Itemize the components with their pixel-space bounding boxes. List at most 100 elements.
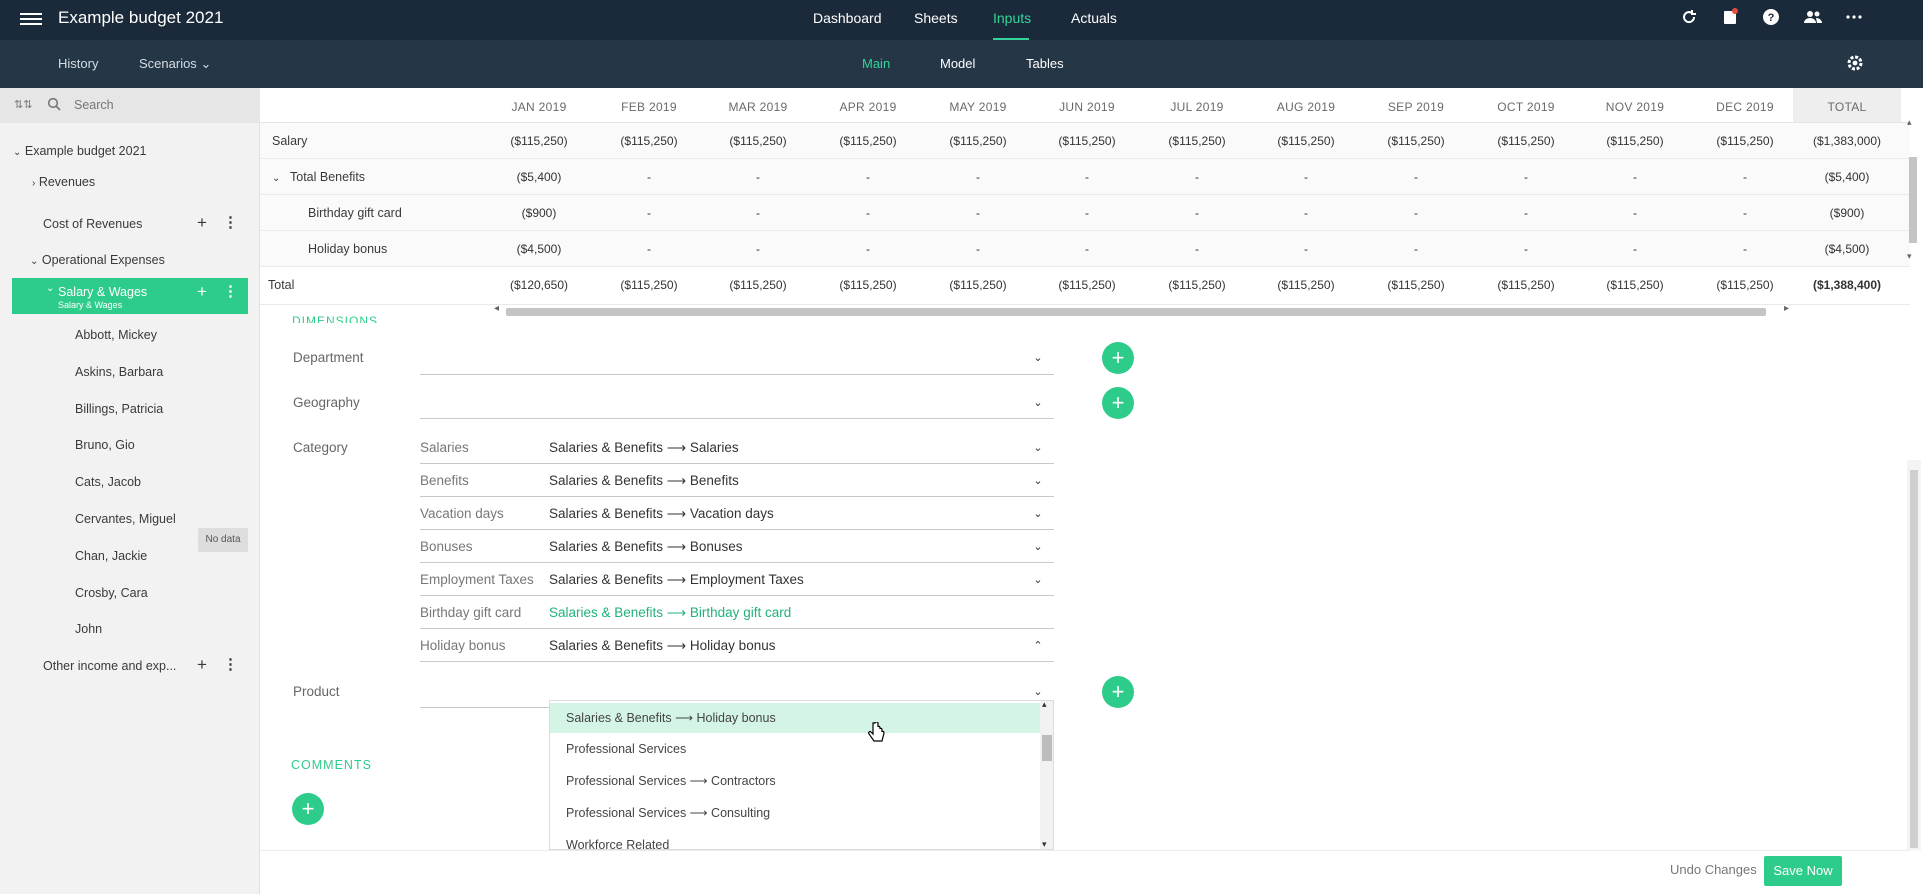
grid-cell[interactable]: ($115,250) (1476, 278, 1576, 292)
grid-cell[interactable]: - (1147, 242, 1247, 256)
grid-cell[interactable]: - (1147, 170, 1247, 184)
grid-cell[interactable]: ($115,250) (599, 134, 699, 148)
grid-cell[interactable]: - (1037, 206, 1137, 220)
grid-cell[interactable]: - (1695, 170, 1795, 184)
department-select[interactable] (420, 374, 1054, 375)
grid-cell[interactable]: ($120,650) (489, 278, 589, 292)
grid-cell[interactable]: ($115,250) (818, 278, 918, 292)
add-icon[interactable]: + (197, 655, 207, 675)
grid-cell[interactable]: - (818, 242, 918, 256)
chevron-up-icon[interactable]: ⌃ (1031, 639, 1045, 653)
dropdown-scrollbar[interactable]: ▴ ▾ (1040, 701, 1053, 849)
grid-cell[interactable]: ($115,250) (1476, 134, 1576, 148)
grid-cell[interactable]: ($115,250) (1366, 134, 1466, 148)
add-icon[interactable]: + (197, 213, 207, 233)
tab-sheets[interactable]: Sheets (914, 10, 958, 26)
grid-cell[interactable]: - (1585, 170, 1685, 184)
grid-cell[interactable]: - (928, 242, 1028, 256)
grid-cell[interactable]: - (1476, 206, 1576, 220)
tree-item-employee[interactable]: Chan, Jackie (75, 549, 147, 563)
dropdown-option[interactable]: Professional Services ⟶ Consulting (550, 798, 1040, 828)
tree-item-employee[interactable]: Billings, Patricia (75, 402, 163, 416)
tree-item-employee[interactable]: Crosby, Cara (75, 586, 148, 600)
grid-cell[interactable]: ($115,250) (708, 134, 808, 148)
grid-cell[interactable]: ($900) (489, 206, 589, 220)
tab-main[interactable]: Main (862, 56, 890, 71)
grid-cell[interactable]: ($115,250) (928, 278, 1028, 292)
grid-cell[interactable]: - (1147, 206, 1247, 220)
grid-cell[interactable]: - (1695, 242, 1795, 256)
chevron-down-icon[interactable]: ⌄ (1031, 540, 1045, 554)
row-label[interactable]: Holiday bonus (308, 242, 387, 256)
add-product-button[interactable]: + (1102, 676, 1134, 708)
row-expand[interactable]: ⌄ (272, 170, 280, 184)
grid-cell[interactable]: ($115,250) (1256, 278, 1356, 292)
row-label[interactable]: Birthday gift card (308, 206, 402, 220)
grid-cell[interactable]: ($115,250) (818, 134, 918, 148)
more-vertical-icon[interactable]: ⋮ (223, 655, 238, 673)
grid-cell[interactable]: - (708, 242, 808, 256)
category-value[interactable]: Salaries & Benefits ⟶ Holiday bonus (549, 638, 775, 654)
grid-cell[interactable]: ($4,500) (489, 242, 589, 256)
page-vertical-scrollbar[interactable] (1907, 460, 1921, 850)
notifications-icon[interactable] (1719, 8, 1741, 30)
collapse-expand-icon[interactable]: ⇅⇅ (14, 98, 32, 111)
grid-cell[interactable]: - (599, 206, 699, 220)
grid-cell[interactable]: - (928, 170, 1028, 184)
more-vertical-icon[interactable]: ⋮ (223, 213, 238, 231)
category-value[interactable]: Salaries & Benefits ⟶ Benefits (549, 473, 739, 489)
grid-cell[interactable]: ($115,250) (1585, 134, 1685, 148)
row-label[interactable]: Total (268, 278, 294, 292)
grid-cell[interactable]: - (1256, 242, 1356, 256)
row-label[interactable]: Total Benefits (290, 170, 365, 184)
tree-item-operational-expenses[interactable]: ⌄ Operational Expenses (30, 253, 165, 267)
tree-item-employee[interactable]: Abbott, Mickey (75, 328, 157, 342)
grid-cell[interactable]: ($115,250) (1037, 278, 1137, 292)
grid-cell[interactable]: - (1366, 170, 1466, 184)
hamburger-menu-icon[interactable] (20, 10, 42, 30)
grid-cell[interactable]: ($900) (1793, 206, 1901, 220)
grid-cell[interactable]: - (1695, 206, 1795, 220)
grid-cell[interactable]: - (708, 170, 808, 184)
category-value[interactable]: Salaries & Benefits ⟶ Bonuses (549, 539, 742, 555)
geography-select[interactable] (420, 418, 1054, 419)
grid-cell[interactable]: ($5,400) (489, 170, 589, 184)
grid-cell[interactable]: ($115,250) (489, 134, 589, 148)
grid-cell[interactable]: ($115,250) (1695, 134, 1795, 148)
sidebar-search-input[interactable] (74, 95, 244, 115)
grid-cell[interactable]: ($115,250) (1366, 278, 1466, 292)
category-value[interactable]: Salaries & Benefits ⟶ Birthday gift card (549, 605, 791, 621)
grid-cell[interactable]: ($115,250) (1256, 134, 1356, 148)
more-vertical-icon[interactable]: ⋮ (223, 282, 238, 300)
users-icon[interactable] (1802, 8, 1824, 30)
tree-item-employee[interactable]: Bruno, Gio (75, 438, 135, 452)
tab-dashboard[interactable]: Dashboard (813, 10, 882, 26)
tab-inputs[interactable]: Inputs (993, 10, 1031, 26)
grid-cell[interactable]: - (1585, 206, 1685, 220)
grid-cell[interactable]: ($115,250) (708, 278, 808, 292)
grid-cell[interactable]: ($5,400) (1793, 170, 1901, 184)
tree-item-employee[interactable]: Cervantes, Miguel (75, 512, 176, 526)
grid-cell[interactable]: - (599, 242, 699, 256)
chevron-down-icon[interactable]: ⌄ (1031, 474, 1045, 488)
tree-item-employee[interactable]: Askins, Barbara (75, 365, 163, 379)
save-now-button[interactable]: Save Now (1764, 856, 1842, 886)
add-icon[interactable]: + (197, 282, 207, 302)
grid-cell[interactable]: ($115,250) (1695, 278, 1795, 292)
grid-cell[interactable]: ($115,250) (1147, 278, 1247, 292)
category-value[interactable]: Salaries & Benefits ⟶ Employment Taxes (549, 572, 804, 588)
dropdown-option[interactable]: Professional Services (550, 734, 1040, 764)
grid-cell[interactable]: - (928, 206, 1028, 220)
category-value[interactable]: Salaries & Benefits ⟶ Vacation days (549, 506, 774, 522)
horizontal-scrollbar[interactable]: ◂ ▸ (490, 303, 1790, 317)
row-label[interactable]: Salary (272, 134, 307, 148)
grid-cell[interactable]: ($1,388,400) (1793, 278, 1901, 292)
tree-item-cost-of-revenues[interactable]: Cost of Revenues (43, 217, 142, 231)
tab-tables[interactable]: Tables (1026, 56, 1064, 71)
refresh-icon[interactable] (1678, 8, 1700, 30)
tab-actuals[interactable]: Actuals (1071, 10, 1117, 26)
grid-cell[interactable]: - (1256, 170, 1356, 184)
tree-item-revenues[interactable]: › Revenues (32, 175, 95, 189)
grid-cell[interactable]: - (599, 170, 699, 184)
tab-model[interactable]: Model (940, 56, 975, 71)
